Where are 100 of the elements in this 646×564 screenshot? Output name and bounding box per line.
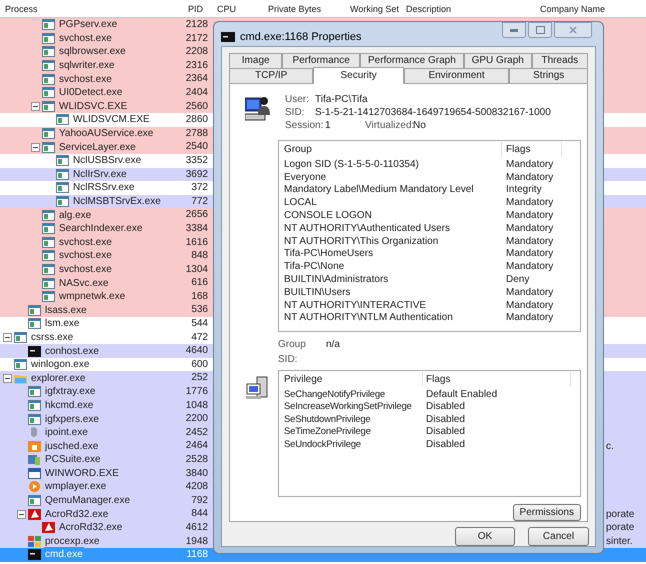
tab[interactable]: Strings — [509, 68, 588, 82]
group-flags: Mandatory — [505, 222, 554, 235]
privilege-row[interactable]: SeShutdownPrivilege Disabled — [281, 414, 578, 426]
privilege-flags: Disabled — [425, 438, 465, 451]
group-flags: Mandatory — [505, 197, 554, 210]
maximize-button[interactable] — [528, 22, 552, 38]
group-flags: Mandatory — [505, 236, 554, 248]
company-cell-text: porate — [606, 508, 634, 522]
privilege-name: SeUndockPrivilege — [283, 438, 362, 451]
group-name: Tifa-PC\None — [283, 261, 346, 274]
group-sid-label: Group SID: — [278, 338, 307, 366]
privilege-row[interactable]: SeIncreaseWorkingSetPrivilege Disabled — [281, 401, 578, 414]
tab[interactable]: Security — [313, 66, 404, 84]
tab[interactable]: TCP/IP — [229, 68, 314, 82]
tab[interactable]: Performance — [282, 52, 360, 68]
group-name: NT AUTHORITY\INTERACTIVE — [283, 300, 428, 312]
process-name: NclUSBSrv.exe — [72, 154, 142, 168]
privilege-row[interactable]: SeUndockPrivilege Disabled — [281, 438, 578, 451]
process-name: hkcmd.exe — [44, 398, 94, 413]
collapse-icon[interactable] — [31, 142, 40, 152]
group-row[interactable]: BUILTIN\Administrators Deny — [281, 274, 578, 286]
tab[interactable]: GPU Graph — [464, 52, 532, 68]
process-name: NclRSSrv.exe — [72, 181, 136, 196]
group-row[interactable]: Everyone Mandatory — [281, 171, 578, 184]
collapse-icon[interactable] — [31, 102, 40, 111]
folder-icon — [14, 372, 27, 384]
group-name: Mandatory Label\Medium Mandatory Level — [283, 184, 475, 196]
process-name: igfxpers.exe — [44, 412, 100, 427]
group-row[interactable]: CONSOLE LOGON Mandatory — [281, 210, 578, 222]
ok-button[interactable]: OK — [455, 526, 515, 546]
process-name: QemuManager.exe — [44, 494, 132, 508]
maximize-icon — [536, 26, 544, 34]
group-flags: Mandatory — [505, 300, 554, 312]
console-icon — [221, 32, 235, 42]
cancel-button[interactable]: Cancel — [528, 526, 589, 546]
group-name: BUILTIN\Users — [283, 286, 352, 299]
process-name: PGPserv.exe — [58, 18, 118, 32]
privilege-name: SeChangeNotifyPrivilege — [283, 388, 386, 401]
group-row[interactable]: Tifa-PC\None Mandatory — [281, 260, 578, 274]
tab[interactable]: Environment — [404, 68, 510, 82]
app-window-icon — [28, 400, 41, 411]
app-window-icon — [42, 210, 55, 221]
collapse-icon[interactable] — [17, 510, 26, 519]
process-name: WINWORD.EXE — [44, 466, 120, 481]
process-name: UI0Detect.exe — [58, 86, 124, 100]
column-header[interactable]: CPU — [217, 3, 236, 16]
group-flags: Mandatory — [505, 286, 554, 299]
group-flags: Deny — [505, 274, 530, 286]
privilege-flags: Disabled — [425, 426, 465, 438]
group-flags: Mandatory — [505, 312, 554, 324]
group-row[interactable]: BUILTIN\Users Mandatory — [281, 286, 578, 300]
process-name: ServiceLayer.exe — [58, 140, 137, 155]
collapse-icon[interactable] — [3, 374, 12, 383]
column-header[interactable]: Company Name — [540, 3, 606, 16]
group-row[interactable]: LOCAL Mandatory — [281, 196, 578, 210]
column-header[interactable]: Private Bytes — [268, 3, 322, 16]
pdf-icon — [28, 508, 41, 520]
privilege-computer-icon — [246, 376, 270, 400]
app-window-icon — [42, 291, 55, 302]
column-header[interactable]: Process — [5, 3, 38, 16]
virtualized-label: Virtualized: — [365, 118, 413, 132]
process-name: NclMSBTSrvEx.exe — [72, 195, 162, 210]
group-row[interactable]: NT AUTHORITY\This Organization Mandatory — [281, 235, 578, 248]
app-window-icon — [28, 495, 41, 506]
group-row[interactable]: NT AUTHORITY\Authenticated Users Mandatory — [281, 222, 578, 236]
column-header[interactable]: PID — [188, 3, 204, 16]
session-value: 1 — [325, 118, 332, 132]
permissions-button[interactable]: Permissions — [512, 504, 581, 520]
company-cell-text: porate — [606, 521, 634, 536]
process-name: PCSuite.exe — [44, 453, 102, 468]
sid-label: SID: — [285, 106, 306, 118]
column-header[interactable]: Privilege — [281, 372, 423, 387]
privilege-row[interactable]: SeChangeNotifyPrivilege Default Enabled — [281, 388, 578, 401]
group-name: NT AUTHORITY\This Organization — [283, 236, 440, 248]
pdf-icon — [42, 522, 55, 534]
tab[interactable]: Performance Graph — [360, 52, 464, 68]
column-header[interactable]: Working Set — [350, 3, 399, 16]
column-header[interactable]: Group — [281, 142, 502, 157]
app-logo-icon — [28, 536, 41, 547]
process-name: winlogon.exe — [30, 358, 90, 372]
collapse-icon[interactable] — [3, 332, 12, 342]
group-row[interactable]: Mandatory Label\Medium Mandatory Level Integrity — [281, 184, 578, 197]
process-name: svchost.exe — [58, 32, 113, 46]
group-row[interactable]: Logon SID (S-1-5-5-0-110354) Mandatory — [281, 158, 578, 172]
column-header[interactable]: Description — [406, 3, 452, 16]
group-row[interactable]: Tifa-PC\HomeUsers Mandatory — [281, 248, 578, 261]
tab[interactable]: Threads — [532, 52, 588, 68]
process-name: YahooAUService.exe — [58, 127, 154, 142]
app-window-icon — [42, 236, 55, 248]
process-name: sqlwriter.exe — [58, 59, 116, 74]
column-header[interactable]: Flags — [502, 142, 562, 157]
privilege-row[interactable]: SeTimeZonePrivilege Disabled — [281, 426, 578, 438]
group-row[interactable]: NT AUTHORITY\NTLM Authentication Mandatory — [281, 312, 578, 325]
group-row[interactable]: NT AUTHORITY\INTERACTIVE Mandatory — [281, 299, 578, 312]
tab[interactable]: Image — [229, 52, 282, 68]
process-name: AcroRd32.exe — [58, 521, 124, 536]
minimize-button[interactable] — [502, 22, 526, 38]
column-header[interactable]: Flags — [423, 372, 571, 387]
user-computer-icon — [245, 94, 271, 122]
process-name: WLIDSVCM.EXE — [72, 113, 151, 128]
